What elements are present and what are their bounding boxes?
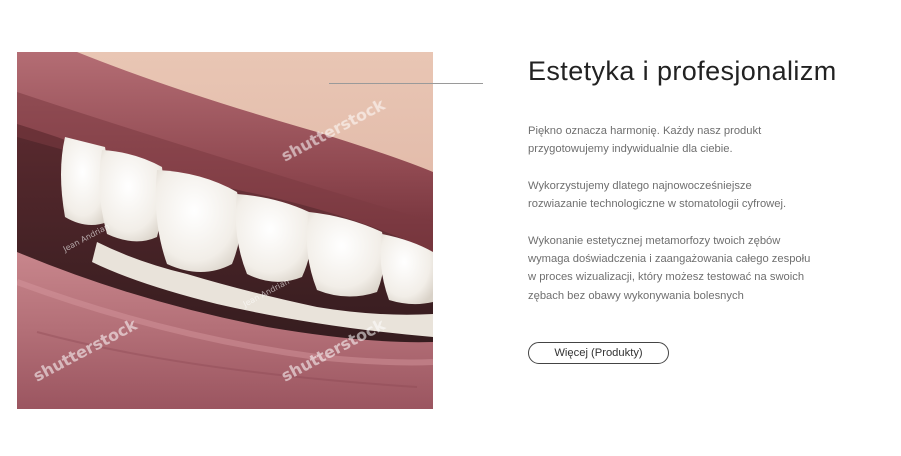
paragraph-beauty: Piękno oznacza harmonię. Każdy nasz prod… — [528, 122, 858, 158]
smile-image: shutterstock shutterstock shutterstock J… — [17, 52, 433, 409]
more-products-button[interactable]: Więcej (Produkty) — [528, 342, 669, 364]
paragraph-line: przygotowujemy indywidualnie dla ciebie. — [528, 143, 733, 156]
section-title: Estetyka i profesjonalizm — [528, 56, 837, 86]
page: shutterstock shutterstock shutterstock J… — [0, 0, 901, 456]
paragraph-technology: Wykorzystujemy dlatego najnowocześniejsz… — [528, 177, 858, 213]
paragraph-line: Wykonanie estetycznej metamorfozy twoich… — [528, 235, 781, 247]
paragraph-line: rozwiazanie technologiczne w stomatologi… — [528, 198, 787, 211]
paragraph-line: zębach bez obawy wykonywania bolesnych — [528, 289, 744, 302]
paragraph-line: Piękno oznacza harmonię. Każdy nasz prod… — [528, 125, 762, 137]
title-divider — [329, 83, 483, 84]
paragraph-line: wymaga doświadczenia i zaangażowania cał… — [528, 253, 811, 266]
paragraph-line: Wykorzystujemy dlatego najnowocześniejsz… — [528, 180, 752, 192]
smile-photo: shutterstock shutterstock shutterstock J… — [17, 52, 433, 409]
paragraph-line: w proces wizualizacji, który możesz test… — [528, 271, 805, 284]
paragraph-metamorphosis: Wykonanie estetycznej metamorfozy twoich… — [528, 232, 858, 305]
